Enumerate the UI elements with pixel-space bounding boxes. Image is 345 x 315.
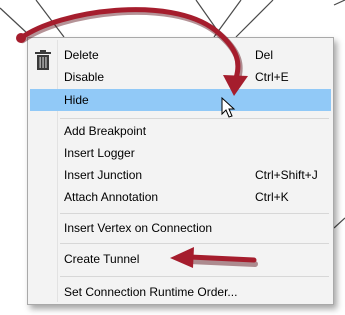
menu-item-insert-logger[interactable]: Insert Logger [30,142,331,164]
menu-item-insert-junction[interactable]: Insert Junction Ctrl+Shift+J [30,164,331,186]
menu-item-label: Create Tunnel [64,252,140,266]
menu-item-shortcut: Ctrl+K [255,190,289,204]
menu-separator [60,276,329,277]
menu-item-label: Hide [64,93,89,107]
menu-item-shortcut: Ctrl+E [255,70,289,84]
menu-separator [60,118,329,119]
menu-item-add-breakpoint[interactable]: Add Breakpoint [30,120,331,142]
menu-item-create-tunnel[interactable]: Create Tunnel [30,248,331,270]
menu-item-label: Attach Annotation [64,190,159,204]
menu-item-delete[interactable]: Delete Del [30,44,331,70]
menu-item-label: Disable [64,70,105,84]
menu-separator [60,243,329,244]
menu-item-hide[interactable]: Hide [30,89,331,111]
menu-item-label: Insert Junction [64,168,143,182]
menu-item-label: Insert Logger [64,146,135,160]
menu-item-label: Add Breakpoint [64,124,147,138]
menu-item-shortcut: Del [255,48,274,62]
context-menu: Delete Del Disable Ctrl+E Hide Add Break… [27,37,334,305]
menu-item-attach-annotation[interactable]: Attach Annotation Ctrl+K [30,186,331,208]
menu-item-shortcut: Ctrl+Shift+J [255,168,318,182]
menu-item-label: Set Connection Runtime Order... [64,285,238,299]
menu-item-set-connection-runtime-order[interactable]: Set Connection Runtime Order... [30,281,331,303]
menu-item-insert-vertex[interactable]: Insert Vertex on Connection [30,217,331,239]
menu-item-disable[interactable]: Disable Ctrl+E [30,66,331,88]
menu-separator [60,213,329,214]
menu-item-label: Delete [64,48,99,62]
menu-item-label: Insert Vertex on Connection [64,221,213,235]
